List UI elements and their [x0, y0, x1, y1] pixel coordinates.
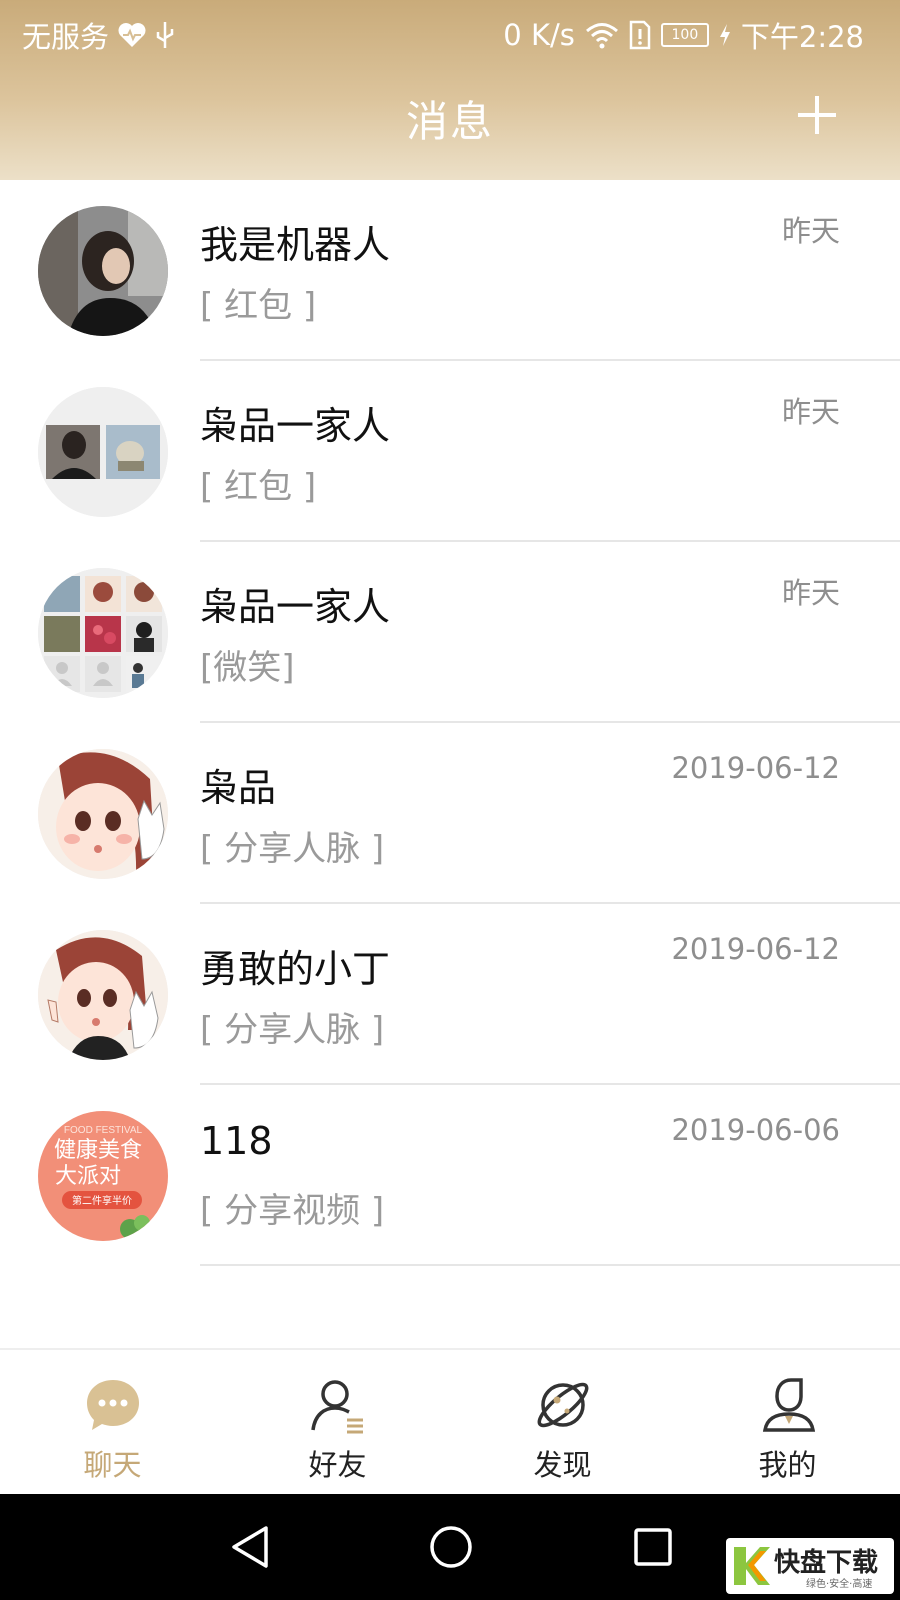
- contact-name: 118: [200, 1119, 273, 1163]
- message-time: 2019-06-12: [671, 932, 840, 966]
- contact-name: 勇敢的小丁: [200, 947, 391, 991]
- battery-level: 100: [671, 27, 699, 43]
- network-speed: 0 K/s: [503, 18, 575, 52]
- message-preview: [ 红包 ]: [200, 467, 317, 507]
- clock: 下午2:28: [740, 20, 864, 54]
- conversation-item[interactable]: 勇敢的小丁 [ 分享人脉 ] 2019-06-12: [0, 904, 900, 1085]
- add-button[interactable]: [796, 94, 838, 136]
- message-time: 2019-06-12: [671, 751, 840, 785]
- watermark-logo: 快盘下载 绿色·安全·高速: [726, 1538, 894, 1594]
- conversation-list: 我是机器人 [ 红包 ] 昨天 枭品一家人 [ 红包 ] 昨天 枭品一家人 [微…: [0, 180, 900, 1266]
- tab-label: 发现: [533, 1448, 592, 1482]
- message-time: 昨天: [781, 395, 840, 429]
- page-title: 消息: [405, 97, 494, 146]
- tab-friends[interactable]: 好友: [225, 1350, 450, 1496]
- watermark-brand: 快盘下载: [774, 1547, 878, 1578]
- k-logo-icon: [734, 1547, 770, 1585]
- message-preview: [微笑]: [200, 648, 295, 688]
- food-avatar-line3: 大派对: [55, 1164, 121, 1189]
- chat-bubble-icon: [87, 1380, 139, 1430]
- home-circle-icon: [430, 1526, 472, 1568]
- tab-label: 好友: [308, 1448, 367, 1482]
- battery-icon: 100: [660, 23, 709, 47]
- avatar: FOOD FESTIVAL 健康美食 大派对 第二件享半价: [38, 1111, 168, 1241]
- message-time: 昨天: [781, 576, 840, 610]
- tab-discover[interactable]: 发现: [450, 1350, 675, 1496]
- app-header: 无服务 0 K/s 100 下午2:28 消息: [0, 0, 900, 180]
- system-nav-bar: 快盘下载 绿色·安全·高速: [0, 1494, 900, 1600]
- conversation-item[interactable]: FOOD FESTIVAL 健康美食 大派对 第二件享半价 118 [ 分享视频…: [0, 1085, 900, 1266]
- back-triangle-icon: [232, 1526, 268, 1568]
- status-bar: 无服务 0 K/s 100 下午2:28: [0, 0, 900, 60]
- conversation-item[interactable]: 枭品 [ 分享人脉 ] 2019-06-12: [0, 723, 900, 904]
- contact-name: 枭品一家人: [200, 585, 391, 629]
- recents-button[interactable]: [628, 1522, 678, 1572]
- message-time: 昨天: [781, 214, 840, 248]
- avatar: [38, 206, 168, 336]
- food-avatar-line1: FOOD FESTIVAL: [64, 1125, 143, 1136]
- conversation-item[interactable]: 枭品一家人 [微笑] 昨天: [0, 542, 900, 723]
- message-preview: [ 分享人脉 ]: [200, 829, 385, 869]
- wifi-icon: [585, 21, 619, 49]
- tab-label: 我的: [758, 1448, 817, 1482]
- watermark-slogan: 绿色·安全·高速: [806, 1577, 872, 1590]
- planet-icon: [537, 1382, 589, 1428]
- avatar: [38, 930, 168, 1060]
- usb-icon: [155, 20, 175, 50]
- profile-icon: [762, 1378, 816, 1432]
- message-preview: [ 红包 ]: [200, 286, 317, 326]
- plus-icon: [798, 96, 836, 134]
- contact-name: 枭品一家人: [200, 404, 391, 448]
- heart-icon: [117, 22, 147, 48]
- bottom-tab-bar: 聊天 好友 发现 我的: [0, 1348, 900, 1496]
- group-avatar: [38, 568, 168, 698]
- divider: [200, 1264, 900, 1266]
- message-time: 2019-06-06: [671, 1113, 840, 1147]
- watermark-text: 快盘下载 绿色·安全·高速: [774, 1547, 878, 1590]
- avatar: [38, 749, 168, 879]
- food-avatar-line2: 健康美食: [54, 1138, 142, 1163]
- message-preview: [ 分享人脉 ]: [200, 1010, 385, 1050]
- carrier-text: 无服务: [22, 20, 110, 54]
- contact-name: 我是机器人: [200, 223, 391, 267]
- tab-me[interactable]: 我的: [675, 1350, 900, 1496]
- tab-label: 聊天: [83, 1448, 142, 1482]
- group-avatar: [38, 387, 168, 517]
- contact-name: 枭品: [200, 766, 277, 810]
- food-avatar-line4: 第二件享半价: [72, 1194, 132, 1207]
- message-preview: [ 分享视频 ]: [200, 1191, 385, 1231]
- conversation-item[interactable]: 我是机器人 [ 红包 ] 昨天: [0, 180, 900, 361]
- back-button[interactable]: [226, 1522, 276, 1572]
- friends-icon: [311, 1380, 363, 1434]
- home-button[interactable]: [426, 1522, 476, 1572]
- charging-icon: [719, 23, 731, 47]
- conversation-item[interactable]: 枭品一家人 [ 红包 ] 昨天: [0, 361, 900, 542]
- sim-alert-icon: [629, 20, 651, 50]
- tab-chat[interactable]: 聊天: [0, 1350, 225, 1496]
- recents-square-icon: [634, 1528, 672, 1566]
